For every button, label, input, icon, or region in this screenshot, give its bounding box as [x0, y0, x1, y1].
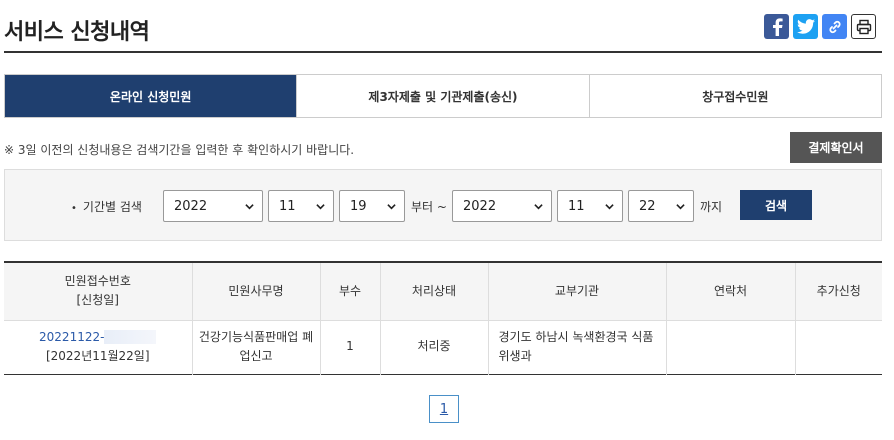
from-year-select[interactable]: 2022: [163, 190, 263, 222]
header-issuing-agency: 교부기관: [487, 262, 666, 321]
tab-bar: 온라인 신청민원 제3자제출 및 기관제출(송신) 창구접수민원: [4, 74, 882, 118]
status-cell: 처리중: [379, 320, 488, 374]
receipt-number-cell: 20221122- [2022년11월22일]: [4, 320, 192, 374]
chevron-down-icon: [316, 204, 325, 210]
application-name-cell: 건강기능식품판매업 폐 업신고: [191, 320, 320, 374]
print-icon: [856, 19, 871, 34]
chevron-down-icon: [534, 204, 543, 210]
link-icon: [828, 20, 841, 33]
header-contact: 연락처: [665, 262, 795, 321]
to-year-select[interactable]: 2022: [452, 190, 552, 222]
header-copies: 부수: [319, 262, 380, 321]
page-title: 서비스 신청내역: [4, 20, 150, 45]
period-search-panel: • 기간별 검색 2022 11 19 부터 ~ 2022 11 22 까지 검색: [4, 169, 882, 241]
print-button[interactable]: [851, 14, 876, 39]
agency-cell: 경기도 하남시 녹색환경국 식품 위생과: [487, 320, 666, 374]
twitter-share-button[interactable]: [793, 14, 818, 39]
table-header-row: 민원접수번호 [신청일] 민원사무명 부수 처리상태 교부기관 연락처 추가신청: [4, 262, 882, 321]
tab-online-applications[interactable]: 온라인 신청민원: [5, 75, 297, 117]
additional-request-cell: [794, 320, 882, 374]
facebook-share-button[interactable]: [764, 14, 789, 39]
search-label: • 기간별 검색: [71, 200, 142, 214]
header-status: 처리상태: [379, 262, 488, 321]
application-date: [2022년11월22일]: [45, 349, 150, 363]
title-bar: 서비스 신청내역: [4, 0, 882, 53]
chevron-down-icon: [387, 204, 396, 210]
notice-text: ※ 3일 이전의 신청내용은 검색기간을 입력한 후 확인하시기 바랍니다.: [4, 143, 355, 157]
receipt-number-link[interactable]: 20221122-: [39, 330, 157, 345]
tab-third-party-submission[interactable]: 제3자제출 및 기관제출(송신): [296, 75, 589, 117]
page-button-current[interactable]: 1: [429, 395, 459, 423]
chevron-down-icon: [245, 204, 254, 210]
from-day-select[interactable]: 19: [339, 190, 405, 222]
header-application-name: 민원사무명: [191, 262, 320, 321]
chevron-down-icon: [676, 204, 685, 210]
search-row: • 기간별 검색 2022 11 19 부터 ~ 2022 11 22 까지 검색: [5, 190, 881, 222]
header-receipt-number: 민원접수번호 [신청일]: [4, 262, 192, 321]
link-copy-button[interactable]: [822, 14, 847, 39]
header-additional-request: 추가신청: [794, 262, 882, 321]
from-suffix-text: 부터 ~: [411, 200, 447, 214]
from-month-select[interactable]: 11: [268, 190, 334, 222]
search-button[interactable]: 검색: [740, 190, 812, 220]
to-suffix-text: 까지: [700, 200, 723, 214]
to-month-select[interactable]: 11: [557, 190, 623, 222]
tab-counter-applications[interactable]: 창구접수민원: [588, 75, 881, 117]
to-day-select[interactable]: 22: [628, 190, 694, 222]
twitter-icon: [796, 19, 815, 34]
table-row: 20221122- [2022년11월22일] 건강기능식품판매업 폐 업신고 1…: [4, 320, 882, 374]
chevron-down-icon: [605, 204, 614, 210]
copies-cell: 1: [319, 320, 380, 374]
applications-table: 민원접수번호 [신청일] 민원사무명 부수 처리상태 교부기관 연락처 추가신청 …: [4, 261, 882, 375]
bullet-icon: •: [71, 203, 77, 214]
facebook-icon: [772, 17, 783, 36]
contact-cell: [665, 320, 795, 374]
share-icons: [764, 14, 876, 39]
redacted-value: [104, 330, 157, 345]
payment-confirmation-button[interactable]: 결제확인서: [790, 132, 882, 163]
